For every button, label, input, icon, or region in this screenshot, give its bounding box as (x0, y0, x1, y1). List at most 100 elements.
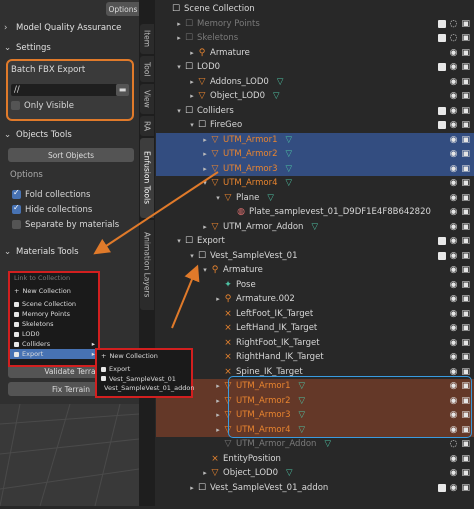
outliner-row[interactable]: ▾ ☐ Vest_SampleVest_01 ◉ ▣ (156, 249, 474, 264)
camera-icon[interactable]: ▣ (461, 439, 470, 449)
eye-icon[interactable]: ◉ (450, 294, 458, 304)
fold-collections-checkbox[interactable]: Fold collections (12, 188, 90, 200)
camera-icon[interactable]: ▣ (461, 91, 470, 101)
folder-icon[interactable]: ▬ (116, 84, 129, 96)
outliner-row[interactable]: ▸ ▽ UTM_Armor_Addon ▽ ◉ ▣ (156, 220, 474, 235)
eye-icon[interactable]: ◌ (450, 439, 458, 449)
eye-icon[interactable]: ◌ (450, 33, 458, 43)
expand-toggle-icon[interactable]: ▾ (175, 237, 183, 245)
outliner-row[interactable]: ▸ ▽ UTM_Armor3 ▽ ◉ ▣ (156, 161, 474, 176)
eye-icon[interactable]: ◉ (450, 280, 458, 290)
outliner-row[interactable]: ▾ ☐ Colliders ◉ ▣ (156, 104, 474, 119)
outliner-row[interactable]: ▾ ▽ UTM_Armor4 ▽ ◉ ▣ (156, 176, 474, 191)
expand-toggle-icon[interactable]: ▸ (175, 34, 183, 42)
outliner-row[interactable]: ⨯ RightFoot_IK_Target ◉ ▣ (156, 336, 474, 351)
camera-icon[interactable]: ▣ (461, 106, 470, 116)
eye-icon[interactable]: ◉ (450, 483, 458, 493)
expand-toggle-icon[interactable]: ▸ (201, 469, 209, 477)
outliner-row[interactable]: ⨯ RightHand_IK_Target ◉ ▣ (156, 350, 474, 365)
include-checkbox[interactable] (437, 121, 446, 130)
include-checkbox[interactable] (437, 34, 446, 43)
camera-icon[interactable]: ▣ (461, 251, 470, 261)
menu-item-scene-collection[interactable]: Scene Collection (10, 299, 98, 309)
submenu-vest-addon[interactable]: Vest_SampleVest_01_addon (97, 383, 194, 392)
expand-toggle-icon[interactable]: ▸ (175, 20, 183, 28)
camera-icon[interactable]: ▣ (461, 309, 470, 319)
outliner-row[interactable]: ☐ Scene Collection (156, 2, 474, 17)
viewport-area[interactable] (0, 403, 140, 507)
panel-header-mqa[interactable]: › Model Quality Assurance (4, 20, 135, 36)
tab-view[interactable]: View (140, 84, 154, 114)
outliner-row[interactable]: ▸ ⚲ Armature ◉ ▣ (156, 46, 474, 61)
camera-icon[interactable]: ▣ (461, 468, 470, 478)
eye-icon[interactable]: ◉ (450, 120, 458, 130)
camera-icon[interactable]: ▣ (461, 294, 470, 304)
expand-toggle-icon[interactable]: ▸ (201, 165, 209, 173)
include-checkbox[interactable] (437, 19, 446, 28)
camera-icon[interactable]: ▣ (461, 352, 470, 362)
eye-icon[interactable]: ◉ (450, 149, 458, 159)
eye-icon[interactable]: ◉ (450, 193, 458, 203)
outliner-row[interactable]: ▽ UTM_Armor_Addon ▽ ◌ ▣ (156, 437, 474, 452)
settings-header[interactable]: ⌄ Settings (4, 40, 135, 56)
eye-icon[interactable]: ◉ (450, 338, 458, 348)
camera-icon[interactable]: ▣ (461, 207, 470, 217)
eye-icon[interactable]: ◉ (450, 251, 458, 261)
camera-icon[interactable]: ▣ (461, 120, 470, 130)
outliner-row[interactable]: ▸ ▽ UTM_Armor1 ▽ ◉ ▣ (156, 132, 474, 147)
expand-toggle-icon[interactable]: ▾ (201, 179, 209, 187)
tab-ra[interactable]: RA (140, 116, 154, 136)
menu-item-memory-points[interactable]: Memory Points (10, 309, 98, 319)
camera-icon[interactable]: ▣ (461, 135, 470, 145)
eye-icon[interactable]: ◉ (450, 236, 458, 246)
sort-objects-button[interactable]: Sort Objects (8, 148, 134, 162)
camera-icon[interactable]: ▣ (461, 280, 470, 290)
include-checkbox[interactable] (437, 106, 446, 115)
eye-icon[interactable]: ◉ (450, 48, 458, 58)
eye-icon[interactable]: ◉ (450, 106, 458, 116)
eye-icon[interactable]: ◉ (450, 265, 458, 275)
tab-enfusion-tools[interactable]: Enfusion Tools (140, 138, 154, 218)
export-path-field[interactable]: // (11, 84, 118, 96)
include-checkbox[interactable] (437, 237, 446, 246)
submenu-new-collection[interactable]: + New Collection (97, 351, 191, 361)
outliner-row[interactable]: ▸ ▽ Object_LOD0 ▽ ◉ ▣ (156, 89, 474, 104)
expand-toggle-icon[interactable]: ▸ (188, 484, 196, 492)
include-checkbox[interactable] (437, 483, 446, 492)
camera-icon[interactable]: ▣ (461, 193, 470, 203)
camera-icon[interactable]: ▣ (461, 33, 470, 43)
menu-item-export[interactable]: Export ▸ (10, 349, 98, 359)
camera-icon[interactable]: ▣ (461, 265, 470, 275)
tab-tool[interactable]: Tool (140, 56, 154, 82)
camera-icon[interactable]: ▣ (461, 338, 470, 348)
expand-toggle-icon[interactable]: ▸ (214, 295, 222, 303)
camera-icon[interactable]: ▣ (461, 222, 470, 232)
eye-icon[interactable]: ◉ (450, 135, 458, 145)
eye-icon[interactable]: ◉ (450, 323, 458, 333)
expand-toggle-icon[interactable]: ▸ (188, 92, 196, 100)
camera-icon[interactable]: ▣ (461, 164, 470, 174)
eye-icon[interactable]: ◉ (450, 77, 458, 87)
expand-toggle-icon[interactable]: ▸ (188, 49, 196, 57)
expand-toggle-icon[interactable]: ▸ (201, 136, 209, 144)
hide-collections-checkbox[interactable]: Hide collections (12, 203, 92, 215)
outliner-row[interactable]: ▾ ☐ Export ◉ ▣ (156, 234, 474, 249)
camera-icon[interactable]: ▣ (461, 77, 470, 87)
submenu-vest[interactable]: Vest_SampleVest_01 (97, 374, 191, 383)
expand-toggle-icon[interactable]: ▾ (188, 121, 196, 129)
tab-animation-layers[interactable]: Animation Layers (140, 220, 154, 310)
eye-icon[interactable]: ◉ (450, 207, 458, 217)
expand-toggle-icon[interactable]: ▸ (214, 397, 222, 405)
expand-toggle-icon[interactable]: ▸ (201, 150, 209, 158)
camera-icon[interactable]: ▣ (461, 454, 470, 464)
expand-toggle-icon[interactable]: ▸ (214, 411, 222, 419)
outliner-row[interactable]: ✦ Pose ◉ ▣ (156, 278, 474, 293)
eye-icon[interactable]: ◉ (450, 62, 458, 72)
camera-icon[interactable]: ▣ (461, 178, 470, 188)
eye-icon[interactable]: ◉ (450, 91, 458, 101)
expand-toggle-icon[interactable]: ▸ (188, 78, 196, 86)
outliner-row[interactable]: ▸ ☐ Skeletons ◌ ▣ (156, 31, 474, 46)
camera-icon[interactable]: ▣ (461, 62, 470, 72)
expand-toggle-icon[interactable]: ▸ (201, 223, 209, 231)
expand-toggle-icon[interactable]: ▾ (214, 194, 222, 202)
